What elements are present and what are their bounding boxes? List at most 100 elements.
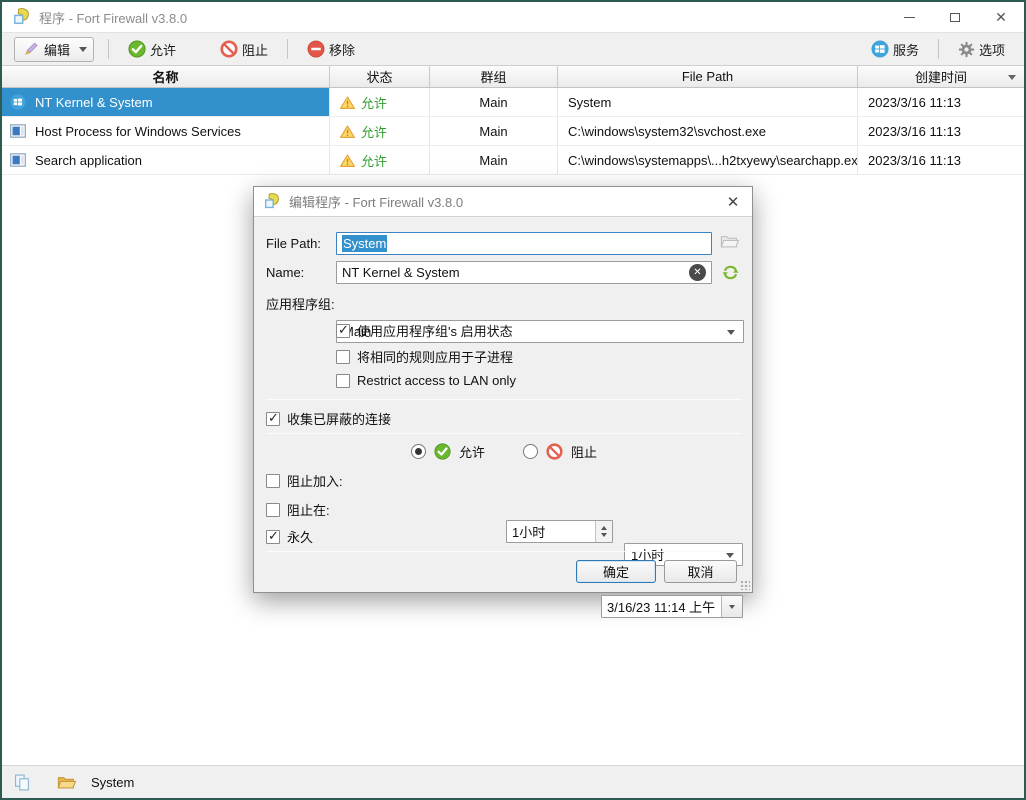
block-circle-icon	[220, 40, 238, 58]
clear-input-icon[interactable]: ✕	[689, 264, 706, 281]
toolbar-separator	[938, 39, 939, 59]
options-button[interactable]: 选项	[953, 37, 1010, 62]
ok-button[interactable]: 确定	[576, 560, 656, 583]
toolbar-separator	[108, 39, 109, 59]
spinner-value: 1小时	[507, 522, 595, 541]
remove-circle-icon	[307, 40, 325, 58]
refresh-name-button[interactable]	[722, 264, 739, 284]
services-label: 服务	[893, 40, 919, 59]
table-header: 名称 状态 群组 File Path 创建时间	[2, 66, 1024, 88]
datetime-value: 3/16/23 11:14 上午	[602, 597, 721, 616]
copy-icon[interactable]	[14, 774, 31, 791]
table-row[interactable]: Search application 允许 Main C:\windows\sy…	[2, 146, 1024, 175]
checkbox-apply-child[interactable]: 将相同的规则应用于子进程	[336, 347, 513, 366]
windows-logo-icon	[10, 94, 26, 110]
file-path-input[interactable]: System	[336, 232, 712, 255]
cancel-button[interactable]: 取消	[664, 560, 737, 583]
checkbox-checked-icon	[266, 412, 280, 426]
checkbox-label: 使用应用程序组's 启用状态	[357, 321, 513, 340]
datetime-dropdown-button[interactable]	[721, 596, 742, 617]
action-radio-group: 允许 阻止	[254, 442, 754, 461]
checkbox-unchecked-icon	[266, 474, 280, 488]
sort-desc-icon	[1008, 75, 1016, 80]
checkbox-label: 永久	[287, 527, 313, 546]
column-header-path[interactable]: File Path	[558, 66, 858, 87]
group-cell: Main	[430, 117, 558, 145]
remove-button[interactable]: 移除	[302, 37, 360, 62]
radio-allow-label: 允许	[459, 442, 485, 461]
chevron-down-icon	[729, 605, 735, 609]
column-header-group[interactable]: 群组	[430, 66, 558, 87]
column-header-name[interactable]: 名称	[2, 66, 330, 87]
group-cell: Main	[430, 88, 558, 116]
maximize-button[interactable]	[932, 2, 978, 32]
program-name-cell: Search application	[2, 146, 330, 174]
close-button[interactable]: ✕	[978, 2, 1024, 32]
checkbox-label: Restrict access to LAN only	[357, 373, 516, 388]
window-title: 程序 - Fort Firewall v3.8.0	[39, 8, 187, 27]
selected-text: System	[342, 235, 387, 252]
checkbox-unchecked-icon	[336, 350, 350, 364]
program-name-cell: NT Kernel & System	[2, 88, 330, 116]
name-input[interactable]: NT Kernel & System ✕	[336, 261, 712, 284]
checkbox-block-in[interactable]: 阻止加入:	[266, 471, 343, 490]
path-cell: C:\windows\system32\svchost.exe	[558, 117, 858, 145]
refresh-icon	[722, 264, 739, 281]
chevron-down-icon	[727, 330, 735, 335]
column-header-created[interactable]: 创建时间	[858, 66, 1024, 87]
path-cell: System	[558, 88, 858, 116]
warning-icon	[340, 154, 355, 167]
block-label: 阻止	[242, 40, 268, 59]
radio-block-label: 阻止	[571, 442, 597, 461]
created-cell: 2023/3/16 11:13	[858, 117, 1024, 145]
allow-label: 允许	[150, 40, 176, 59]
group-cell: Main	[430, 146, 558, 174]
table-row[interactable]: Host Process for Windows Services 允许 Mai…	[2, 117, 1024, 146]
program-name-cell: Host Process for Windows Services	[2, 117, 330, 145]
allow-check-icon	[434, 443, 451, 460]
checkbox-use-group-state[interactable]: 使用应用程序组's 启用状态	[336, 321, 513, 340]
checkbox-checked-icon	[266, 530, 280, 544]
radio-allow[interactable]	[411, 444, 426, 459]
services-button[interactable]: 服务	[866, 37, 924, 62]
gear-icon	[958, 41, 975, 58]
window-app-icon	[10, 123, 26, 139]
spinner-up-icon	[601, 526, 607, 530]
window-app-icon	[10, 152, 26, 168]
dialog-close-button[interactable]: ✕	[714, 187, 752, 216]
options-label: 选项	[979, 40, 1005, 59]
spinner-buttons[interactable]	[595, 521, 612, 542]
checkbox-checked-icon	[336, 324, 350, 338]
minimize-button[interactable]	[886, 2, 932, 32]
open-folder-icon[interactable]	[57, 775, 77, 790]
minimize-icon	[904, 17, 915, 18]
program-name: NT Kernel & System	[35, 95, 153, 110]
windows-circle-icon	[871, 40, 889, 58]
status-cell: 允许	[330, 88, 430, 116]
dialog-title: 编辑程序 - Fort Firewall v3.8.0	[289, 192, 463, 211]
edit-button[interactable]: 编辑	[14, 37, 94, 62]
toolbar: 编辑 允许 阻止 移除 服务	[2, 32, 1024, 66]
checkbox-lan-only[interactable]: Restrict access to LAN only	[336, 373, 516, 388]
column-header-status[interactable]: 状态	[330, 66, 430, 87]
block-at-datetime[interactable]: 3/16/23 11:14 上午	[601, 595, 743, 618]
edit-program-dialog: 编辑程序 - Fort Firewall v3.8.0 ✕ File Path:…	[253, 186, 753, 593]
block-button[interactable]: 阻止	[215, 37, 273, 62]
remove-label: 移除	[329, 40, 355, 59]
titlebar: 程序 - Fort Firewall v3.8.0 ✕	[2, 2, 1024, 32]
checkbox-unchecked-icon	[336, 374, 350, 388]
name-label: Name:	[266, 265, 304, 280]
warning-icon	[340, 125, 355, 138]
statusbar-group-label: System	[91, 775, 134, 790]
created-cell: 2023/3/16 11:13	[858, 146, 1024, 174]
radio-block[interactable]	[523, 444, 538, 459]
checkbox-collect-blocked[interactable]: 收集已屏蔽的连接	[266, 409, 391, 428]
resize-grip[interactable]	[739, 579, 750, 590]
table-row[interactable]: NT Kernel & System 允许 Main System 2023/3…	[2, 88, 1024, 117]
folder-icon	[720, 234, 740, 249]
block-in-spinner[interactable]: 1小时	[506, 520, 613, 543]
checkbox-block-at[interactable]: 阻止在:	[266, 500, 330, 519]
allow-button[interactable]: 允许	[123, 37, 181, 62]
checkbox-forever[interactable]: 永久	[266, 527, 313, 546]
browse-folder-button[interactable]	[720, 234, 740, 252]
